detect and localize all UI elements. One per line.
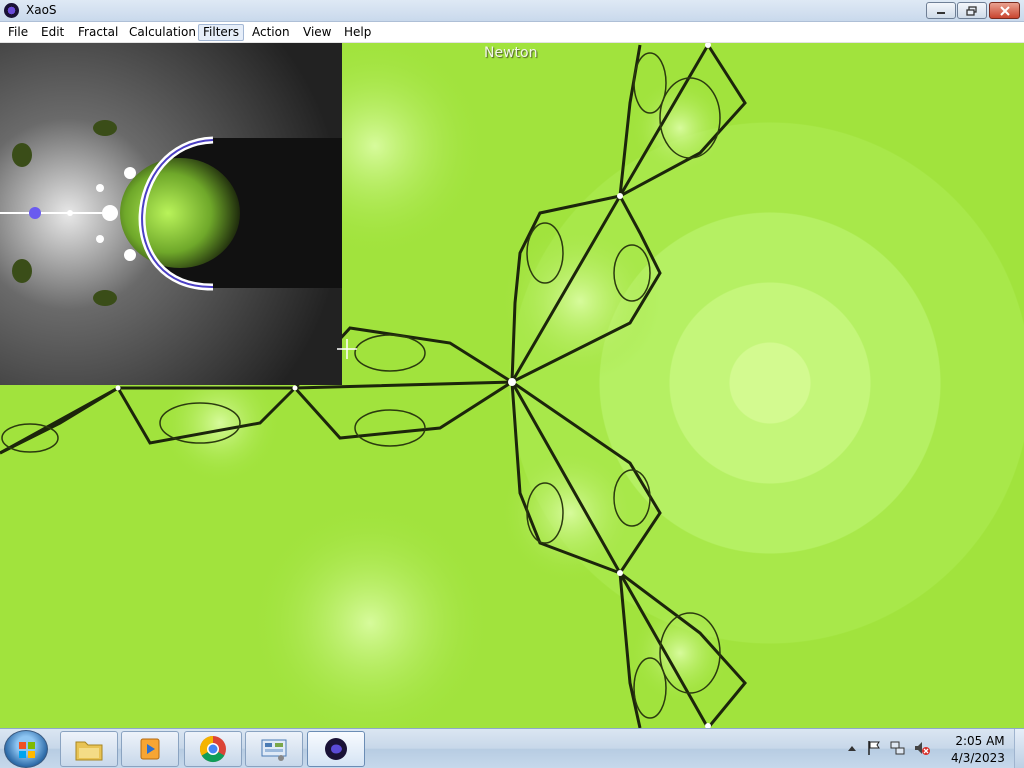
xaos-icon [325,738,347,760]
show-hidden-icons-button[interactable] [844,740,860,756]
show-desktop-button[interactable] [1014,729,1024,768]
mandelbrot-preview-image [0,43,342,385]
show-hidden-icons-icon [848,746,856,751]
action-center-button[interactable] [866,740,882,756]
minimize-button[interactable] [926,2,956,19]
menu-help[interactable]: Help [340,24,375,41]
fractal-type-label: Newton [484,45,538,61]
minimize-icon [937,11,945,14]
taskbar-file-explorer[interactable] [60,731,118,767]
clock-date[interactable]: 4/3/2023 [946,751,1010,765]
taskbar-media-player[interactable] [121,731,179,767]
crosshair-cursor-icon [337,339,357,359]
taskbar-control-panel[interactable] [245,731,303,767]
fractal-canvas[interactable]: Newton [0,43,1024,728]
restore-button[interactable] [957,2,987,19]
taskbar: 2:05 AM 4/3/2023 [0,728,1024,768]
control-panel-icon [261,739,287,761]
window-title: XaoS [26,3,57,17]
windows-start-icon [19,742,35,758]
taskbar-chrome[interactable] [184,731,242,767]
menu-bar: File Edit Fractal Calculation Filters Ac… [0,22,1024,43]
chrome-icon [199,735,226,763]
volume-muted-icon [915,742,930,755]
close-button[interactable] [989,2,1020,19]
menu-file[interactable]: File [4,24,32,41]
taskbar-xaos[interactable] [307,731,365,767]
menu-edit[interactable]: Edit [37,24,68,41]
menu-action[interactable]: Action [248,24,294,41]
clock-time[interactable]: 2:05 AM [950,734,1010,748]
menu-calculation[interactable]: Calculation [125,24,200,41]
media-player-icon [140,738,160,760]
maximize-icon [966,5,977,16]
action-center-flag-icon [868,741,880,755]
volume-button[interactable] [914,740,930,756]
xaos-icon[interactable] [4,3,19,18]
menu-fractal[interactable]: Fractal [74,24,122,41]
menu-view[interactable]: View [299,24,335,41]
close-icon [999,5,1010,16]
file-explorer-icon [75,741,103,761]
start-button[interactable] [4,730,48,768]
network-button[interactable] [890,740,906,756]
system-tray: 2:05 AM 4/3/2023 [842,729,1024,768]
fractal-preview-panel[interactable] [0,43,342,385]
menu-filters[interactable]: Filters [198,24,244,41]
network-icon [890,741,905,755]
title-bar: XaoS [0,0,1024,22]
